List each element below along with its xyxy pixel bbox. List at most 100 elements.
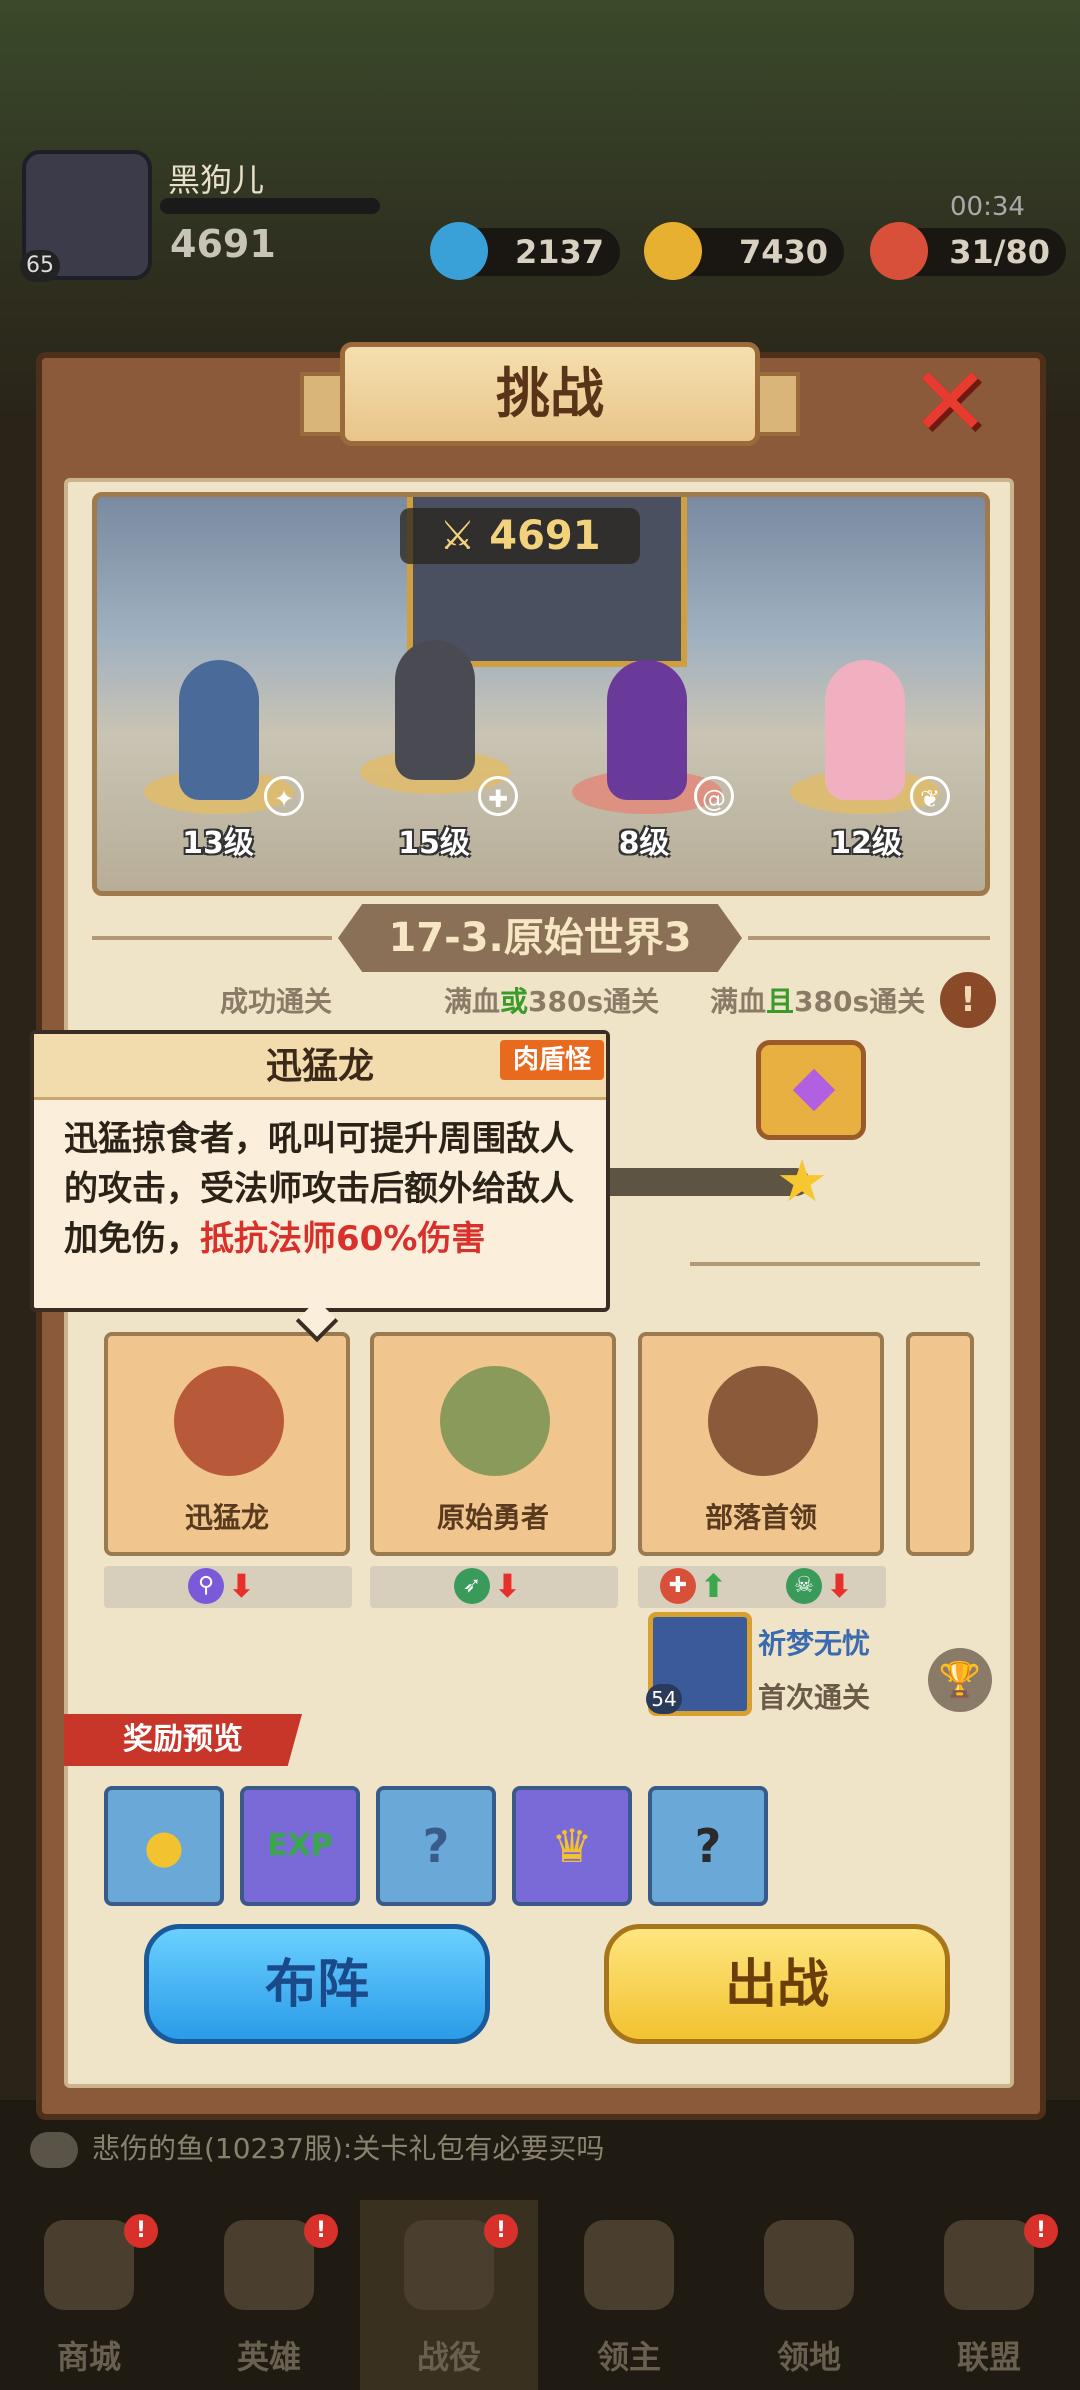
gold-icon: [644, 222, 702, 280]
chief-portrait: [708, 1366, 818, 1476]
swirl-icon: @: [694, 776, 734, 816]
hero-portrait: [607, 660, 687, 800]
nav-label: 战役: [416, 2338, 481, 2376]
battle-button[interactable]: 出战: [604, 1924, 950, 2044]
wings-icon: ❦: [910, 776, 950, 816]
nav-tab[interactable]: 领主: [540, 2200, 718, 2390]
reward-item[interactable]: EXP: [240, 1786, 360, 1906]
treasure-chest[interactable]: [756, 1040, 866, 1140]
nav-tab[interactable]: 领地: [720, 2200, 898, 2390]
close-button[interactable]: ✕: [900, 354, 1000, 450]
chat-message: 悲伤的鱼(10237服):关卡礼包有必要买吗: [92, 2132, 605, 2165]
staff-icon: ⚲: [188, 1568, 224, 1604]
enemy-card-raptor[interactable]: 迅猛龙: [104, 1332, 350, 1556]
enemy-tags: ➶ ⬇: [370, 1566, 618, 1608]
nav-label: 领主: [596, 2338, 661, 2376]
close-icon: ✕: [909, 346, 991, 458]
enemy-tags: ✚ ⬆ ☠ ⬇: [638, 1566, 886, 1608]
arrow-down-icon: ⬇: [228, 1567, 255, 1605]
chat-bar[interactable]: 悲伤的鱼(10237服):关卡礼包有必要买吗: [30, 2126, 1050, 2172]
condition-fullhp-and-time: 满血且380s通关: [710, 985, 926, 1018]
star-icon: ★: [776, 1147, 828, 1215]
enemy-card-partial[interactable]: [906, 1332, 974, 1556]
ticket-icon: ♛: [551, 1819, 593, 1873]
enemy-name: 迅猛龙: [184, 1501, 269, 1534]
stamina-counter[interactable]: 31/80: [870, 222, 1066, 280]
shield-icon: ✚: [660, 1568, 696, 1604]
hero-portrait: [395, 640, 475, 780]
skull-icon: ☠: [786, 1568, 822, 1604]
reward-item[interactable]: ?: [376, 1786, 496, 1906]
mystery-scroll-icon: ?: [422, 1819, 450, 1873]
hero-portrait: [825, 660, 905, 800]
gem-icon: [430, 222, 488, 280]
hero-level: 15级: [398, 826, 470, 861]
first-clear-player[interactable]: 祈梦无忧: [758, 1622, 870, 1662]
condition-clear: 成功通关: [220, 985, 333, 1018]
enemy-tags: ⚲ ⬇: [104, 1566, 352, 1608]
formation-button[interactable]: 布阵: [144, 1924, 490, 2044]
nav-label: 领地: [776, 2338, 841, 2376]
reward-item[interactable]: ?: [648, 1786, 768, 1906]
bow-icon: ➶: [454, 1568, 490, 1604]
info-button[interactable]: !: [940, 972, 996, 1028]
gold-counter[interactable]: 7430: [644, 222, 844, 280]
notification-badge: !: [1024, 2214, 1058, 2248]
nav-icon: [584, 2220, 674, 2310]
stage-title: 17-3.原始世界3: [338, 904, 742, 972]
reward-item[interactable]: ♛: [512, 1786, 632, 1906]
player-power: 4691: [170, 222, 276, 266]
shield-icon: ✚: [478, 776, 518, 816]
hero-slot-2[interactable]: [360, 620, 510, 794]
nav-icon: [224, 2220, 314, 2310]
nav-tab[interactable]: ! 英雄: [180, 2200, 358, 2390]
warrior-portrait: [440, 1366, 550, 1476]
nav-tab[interactable]: ! 商城: [0, 2200, 178, 2390]
gems-counter[interactable]: 2137: [430, 222, 620, 280]
hero-level: 13级: [182, 826, 254, 861]
reward-item[interactable]: ●: [104, 1786, 224, 1906]
team-power: ⚔ 4691: [400, 508, 640, 564]
divider-enemies: [690, 1262, 980, 1266]
nav-icon: [944, 2220, 1034, 2310]
arrow-up-icon: ⬆: [700, 1567, 727, 1605]
divider-right: [748, 936, 990, 940]
chest-gem-icon: [792, 1068, 836, 1112]
tooltip-description: 迅猛掠食者，吼叫可提升周围敌人的攻击，受法师攻击后额外给敌人加免伤，抵抗法师60…: [64, 1119, 574, 1259]
raptor-portrait: [174, 1366, 284, 1476]
enemy-name: 原始勇者: [436, 1501, 549, 1534]
enemy-card-primitive-warrior[interactable]: 原始勇者: [370, 1332, 616, 1556]
hero-level: 8级: [618, 826, 670, 861]
nav-tab[interactable]: ! 战役: [360, 2200, 538, 2390]
arrow-down-icon: ⬇: [494, 1567, 521, 1605]
reward-preview-header: 奖励预览: [64, 1714, 302, 1766]
paw-icon: ✦: [264, 776, 304, 816]
timer: 00:34: [950, 192, 1025, 222]
stamina-icon: [870, 222, 928, 280]
tooltip-tag: 肉盾怪: [500, 1040, 604, 1080]
exp-bar: [160, 198, 380, 214]
divider-left: [92, 936, 332, 940]
hero-level: 12级: [830, 826, 902, 861]
nav-label: 联盟: [956, 2338, 1021, 2376]
nav-icon: [404, 2220, 494, 2310]
exp-orb-icon: EXP: [267, 1828, 333, 1863]
first-clear-label: 首次通关: [758, 1681, 871, 1714]
arrow-down-icon: ⬇: [826, 1567, 853, 1605]
enemy-tooltip: 迅猛龙 肉盾怪 迅猛掠食者，吼叫可提升周围敌人的攻击，受法师攻击后额外给敌人加免…: [30, 1030, 610, 1312]
notification-badge: !: [484, 2214, 518, 2248]
trophy-icon[interactable]: 🏆: [928, 1648, 992, 1712]
enemy-card-tribe-chief[interactable]: 部落首领: [638, 1332, 884, 1556]
dialog-title: 挑战: [340, 342, 760, 446]
mystery-armor-icon: ?: [694, 1819, 722, 1873]
chat-icon: [30, 2132, 78, 2168]
notification-badge: !: [304, 2214, 338, 2248]
nav-label: 商城: [56, 2338, 121, 2376]
player-level: 65: [20, 250, 60, 282]
hero-portrait: [179, 660, 259, 800]
first-clear-level: 54: [646, 1684, 682, 1714]
player-name: 黑狗儿: [168, 161, 265, 199]
nav-icon: [764, 2220, 854, 2310]
gold-coin-icon: ●: [143, 1819, 185, 1873]
nav-tab[interactable]: ! 联盟: [900, 2200, 1078, 2390]
